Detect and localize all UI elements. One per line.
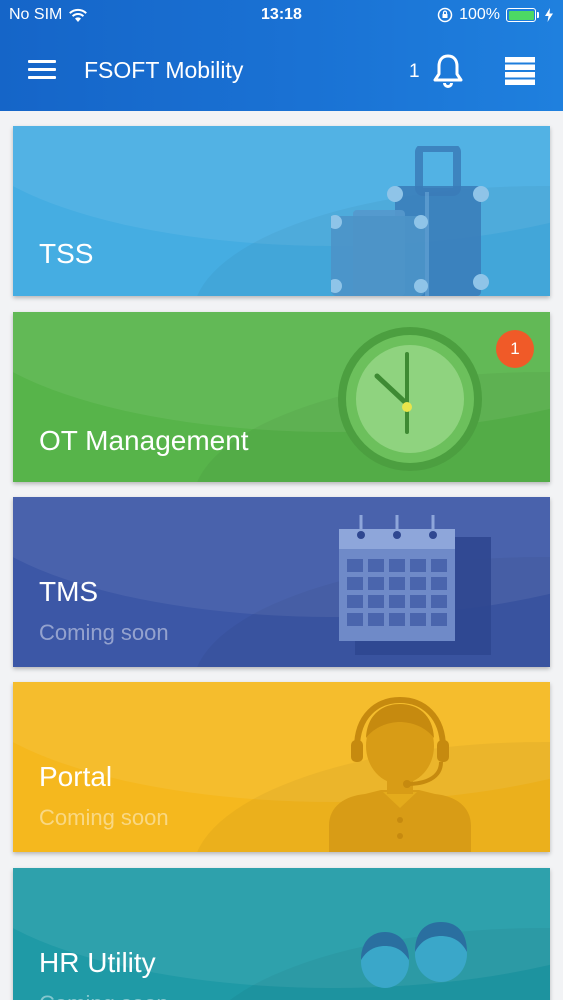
card-hr-utility[interactable]: HR Utility Coming soon [13, 868, 550, 1000]
support-agent-icon [329, 696, 471, 852]
clock-icon [338, 327, 482, 471]
notifications-button[interactable] [432, 53, 464, 89]
card-tss[interactable]: TSS [13, 126, 550, 296]
list-icon [505, 57, 535, 85]
app-title: FSOFT Mobility [84, 57, 244, 83]
card-title: OT Management [39, 425, 249, 456]
orientation-lock-icon [437, 7, 453, 23]
card-subtitle: Coming soon [39, 620, 169, 645]
charging-icon [545, 8, 553, 22]
battery-percent: 100% [459, 6, 500, 23]
card-tms[interactable]: TMS Coming soon [13, 497, 550, 667]
menu-button[interactable] [28, 60, 56, 82]
app-bar: FSOFT Mobility 1 [0, 30, 563, 111]
card-title: HR Utility [39, 947, 156, 978]
status-bar: No SIM 13:18 100% [0, 0, 563, 30]
card-title: TMS [39, 576, 99, 607]
luggage-icon [331, 146, 489, 296]
people-icon [361, 922, 467, 988]
battery-icon [506, 8, 539, 22]
card-subtitle: Coming soon [39, 805, 169, 830]
card-title: Portal [39, 761, 113, 792]
card-ot-management[interactable]: 1 OT Management [13, 312, 550, 482]
card-subtitle: Coming soon [39, 991, 169, 1000]
top-bar: No SIM 13:18 100% FSOFT Mobility 1 [0, 0, 563, 111]
list-view-button[interactable] [505, 57, 535, 85]
notification-badge: 1 [496, 330, 534, 368]
hamburger-icon [28, 60, 56, 63]
bell-icon [433, 54, 463, 88]
card-title: TSS [39, 238, 94, 269]
card-portal[interactable]: Portal Coming soon [13, 682, 550, 852]
calendar-icon [339, 515, 491, 655]
notification-count: 1 [409, 61, 420, 82]
